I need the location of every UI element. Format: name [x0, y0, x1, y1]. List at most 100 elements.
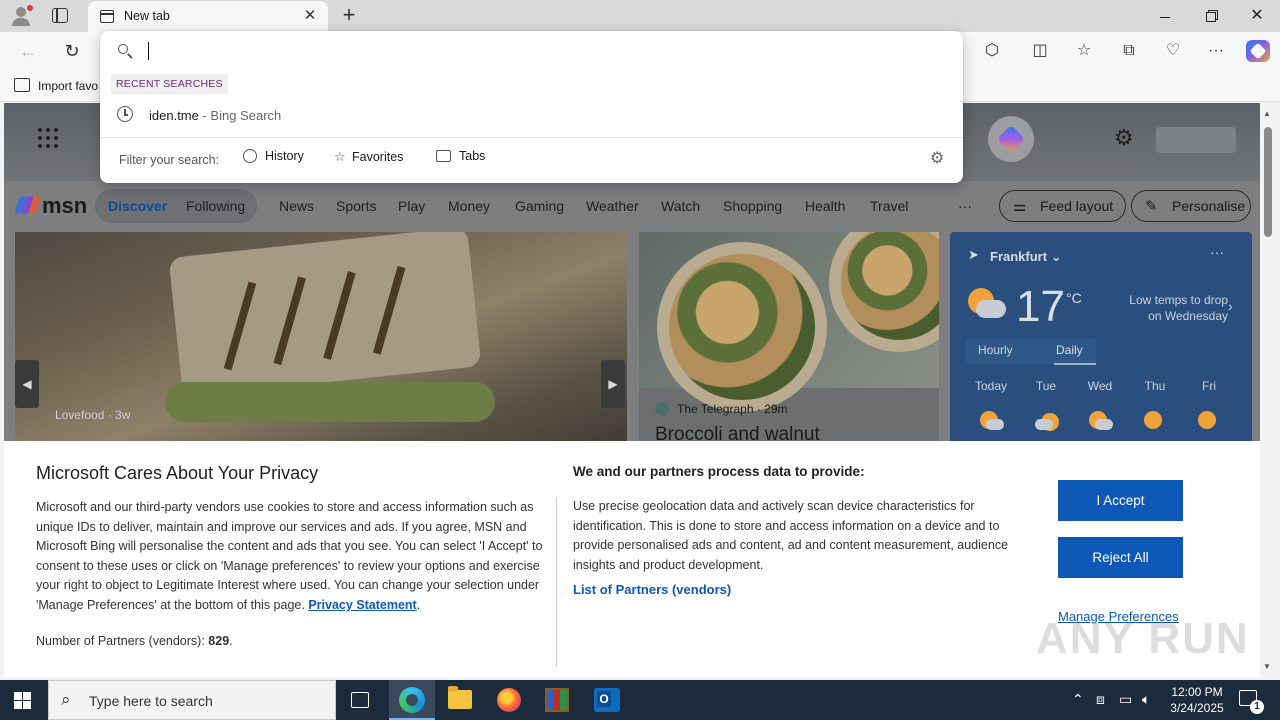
- chevron-right-icon[interactable]: ›: [1228, 298, 1233, 314]
- copilot-icon[interactable]: [1246, 40, 1270, 62]
- tab-actions-icon[interactable]: [52, 8, 68, 23]
- minimize-button[interactable]: [1142, 0, 1188, 32]
- nav-health[interactable]: Health: [805, 198, 845, 214]
- scroll-up-icon[interactable]: ▲: [1263, 109, 1271, 118]
- import-favorites-icon: [14, 78, 30, 92]
- filter-history-button[interactable]: History: [243, 149, 304, 171]
- feed-layout-label: Feed layout: [1040, 198, 1114, 214]
- msn-nav-bar: msn Discover Following News Sports Play …: [4, 181, 1260, 231]
- tab-title: New tab: [124, 9, 170, 23]
- personalise-button[interactable]: ✎ Personalise: [1131, 190, 1251, 222]
- task-view-icon[interactable]: [351, 692, 369, 708]
- filter-tabs-button[interactable]: Tabs: [436, 149, 485, 171]
- privacy-statement-link[interactable]: Privacy Statement: [308, 598, 416, 612]
- news-card[interactable]: The Telegraph · 29m Broccoli and walnut: [639, 232, 939, 452]
- msn-logo-text: msn: [42, 193, 88, 218]
- network-icon[interactable]: ▭: [1119, 691, 1132, 708]
- taskbar-search-box[interactable]: ⌕ Type here to search: [48, 680, 336, 720]
- tab-daily[interactable]: Daily: [1056, 343, 1083, 357]
- history-icon: [243, 149, 257, 163]
- favorites-star-icon[interactable]: ☆: [1072, 39, 1096, 63]
- pencil-icon: ✎: [1145, 198, 1158, 215]
- msn-logo[interactable]: msn: [14, 191, 96, 219]
- nav-weather[interactable]: Weather: [586, 198, 639, 214]
- privacy-title: Microsoft Cares About Your Privacy: [36, 463, 319, 483]
- carousel-prev-button[interactable]: ◀: [15, 360, 39, 408]
- nav-money[interactable]: Money: [448, 198, 490, 214]
- outlook-icon[interactable]: [594, 688, 620, 712]
- firefox-icon[interactable]: [497, 688, 521, 712]
- edge-icon: [399, 687, 425, 713]
- address-input[interactable]: [146, 39, 936, 63]
- nav-sports[interactable]: Sports: [336, 198, 376, 214]
- weather-card[interactable]: ➤ Frankfurt ⌄ ··· 17 °C Low temps to dro…: [950, 232, 1252, 452]
- accept-button[interactable]: I Accept: [1058, 480, 1183, 521]
- suggestion-text: iden.tme - Bing Search: [149, 108, 282, 123]
- partners-count: Number of Partners (vendors): 829.: [36, 634, 233, 648]
- partly-cloudy-icon: [1087, 409, 1113, 433]
- scroll-down-icon[interactable]: ▼: [1263, 662, 1271, 671]
- forecast-day: Fri: [1202, 379, 1216, 393]
- nav-gaming[interactable]: Gaming: [515, 198, 564, 214]
- page-settings-gear-icon[interactable]: ⚙: [1114, 125, 1134, 151]
- nav-play[interactable]: Play: [398, 198, 425, 214]
- weather-location[interactable]: Frankfurt ⌄: [990, 249, 1062, 265]
- page-scrollbar[interactable]: ▲ ▼: [1260, 103, 1276, 677]
- clock-time: 12:00 PM: [1171, 685, 1223, 699]
- scroll-thumb[interactable]: [1264, 127, 1272, 237]
- extensions-icon[interactable]: ⬡: [980, 39, 1004, 63]
- close-tab-icon[interactable]: ✕: [302, 7, 318, 25]
- nav-following[interactable]: Following: [186, 198, 245, 214]
- nav-shopping[interactable]: Shopping: [723, 198, 782, 214]
- search-settings-gear-icon[interactable]: ⚙: [930, 148, 944, 168]
- taskbar-search-placeholder: Type here to search: [89, 693, 213, 709]
- windows-start-icon[interactable]: [14, 692, 32, 709]
- partly-cloudy-icon: [978, 409, 1004, 433]
- tab-hourly[interactable]: Hourly: [978, 343, 1013, 357]
- nav-travel[interactable]: Travel: [870, 198, 908, 214]
- privacy-lead-text: Microsoft and our third-party vendors us…: [36, 500, 543, 612]
- weather-more-icon[interactable]: ···: [1210, 244, 1224, 260]
- suggestion-item[interactable]: iden.tme - Bing Search: [100, 100, 963, 130]
- vendors-list-link[interactable]: List of Partners (vendors): [573, 582, 731, 597]
- forecast-day: Tue: [1035, 379, 1057, 393]
- refresh-icon[interactable]: ↻: [60, 39, 84, 63]
- star-icon: ☆: [334, 149, 346, 164]
- text-caret: [148, 42, 149, 60]
- nav-discover[interactable]: Discover: [108, 198, 167, 214]
- restore-button[interactable]: [1188, 0, 1234, 32]
- nav-more-icon[interactable]: ···: [958, 198, 972, 214]
- more-menu-icon[interactable]: ···: [1204, 39, 1228, 63]
- reject-all-button[interactable]: Reject All: [1058, 537, 1183, 578]
- sign-in-button[interactable]: [1156, 127, 1236, 153]
- close-window-button[interactable]: ✕: [1234, 0, 1280, 32]
- weather-note: Low temps to drop on Wednesday: [1129, 293, 1228, 323]
- copilot-button[interactable]: [988, 116, 1034, 162]
- apps-grid-icon[interactable]: [38, 128, 58, 148]
- dropdown-divider: [100, 137, 963, 138]
- nav-watch[interactable]: Watch: [661, 198, 700, 214]
- split-screen-icon[interactable]: ◫: [1028, 39, 1052, 63]
- back-arrow-icon[interactable]: ←: [16, 39, 40, 63]
- winrar-icon[interactable]: [545, 688, 569, 712]
- collections-icon[interactable]: ⧉: [1117, 39, 1141, 63]
- taskbar-clock[interactable]: 12:00 PM 3/24/2025: [1168, 684, 1226, 716]
- file-explorer-icon[interactable]: [448, 686, 472, 709]
- volume-icon[interactable]: 🔈︎: [1142, 691, 1150, 708]
- hero-card[interactable]: ◀ ▶ Lovefood · 3w: [15, 232, 627, 452]
- carousel-next-button[interactable]: ▶: [601, 360, 625, 408]
- performance-icon[interactable]: ♡: [1161, 39, 1185, 63]
- tab-new-tab[interactable]: New tab ✕: [88, 1, 328, 32]
- show-hidden-icons-chevron-icon[interactable]: ⌃: [1072, 691, 1084, 708]
- filter-label: Filter your search:: [119, 153, 220, 167]
- nav-news[interactable]: News: [279, 198, 314, 214]
- import-favorites-link[interactable]: Import favo: [38, 79, 98, 93]
- sandwich-filling: [165, 382, 495, 422]
- purposes-description: Use precise geolocation data and activel…: [573, 499, 1009, 572]
- profile-icon[interactable]: [10, 5, 33, 27]
- new-tab-button[interactable]: +: [338, 3, 360, 27]
- feed-layout-button[interactable]: ⚌ Feed layout: [999, 190, 1126, 222]
- new-tab-page-icon: [100, 10, 114, 23]
- devices-icon[interactable]: ⧈: [1096, 691, 1105, 708]
- filter-favorites-button[interactable]: ☆ Favorites: [334, 149, 403, 171]
